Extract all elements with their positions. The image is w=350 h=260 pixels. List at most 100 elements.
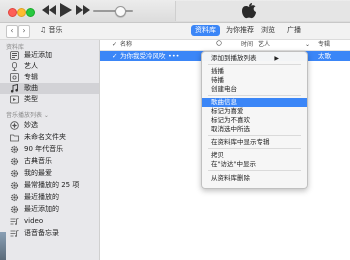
tab-library[interactable]: 资料库 <box>191 25 220 36</box>
tab-for-you[interactable]: 为你推荐 <box>226 25 254 36</box>
back-button[interactable]: ‹ <box>6 25 18 38</box>
sort-chevron-icon: ⌄ <box>305 41 311 48</box>
check-column-header[interactable]: ✓ <box>112 40 117 50</box>
folder-icon <box>10 133 19 142</box>
list-header: ✓ 名称 时间 艺人 ⌄ 专辑 <box>100 40 350 51</box>
forward-button[interactable]: › <box>18 25 30 38</box>
time-column-header[interactable]: 时间 <box>241 40 253 50</box>
close-window-button[interactable] <box>8 8 17 17</box>
sidebar: 资料库 最近添加 艺人 专辑 歌曲 类型 音乐播放列表 ⌄ 妙选 未命名文件夹 … <box>0 40 100 260</box>
sidebar-item-albums[interactable]: 专辑 <box>0 72 99 83</box>
sidebar-item-label: 90 年代音乐 <box>24 145 64 153</box>
sidebar-item-label: 我的最爱 <box>24 169 52 177</box>
menu-item-label: 歌曲信息 <box>211 98 237 106</box>
sidebar-item-top-25[interactable]: 最常播放的 25 项 <box>0 180 99 191</box>
apple-logo-icon <box>240 2 258 20</box>
menu-separator <box>208 64 301 65</box>
sidebar-item-label: 妙选 <box>24 121 38 129</box>
menu-item-label: 在"访达"中显示 <box>211 160 256 168</box>
sidebar-item-label: 专辑 <box>24 73 38 81</box>
menu-item-show-album[interactable]: 在资料库中显示专辑 <box>202 138 307 147</box>
menu-item-add-to-playlist[interactable]: 添加到播放列表 ▶ <box>202 54 307 63</box>
sidebar-item-recently-added-playlist[interactable]: 最近添加的 <box>0 204 99 215</box>
menu-separator <box>208 170 301 171</box>
gear-icon <box>10 181 19 190</box>
sidebar-item-label: 最近添加的 <box>24 205 59 213</box>
playlists-section-title[interactable]: 音乐播放列表 ⌄ <box>6 110 49 119</box>
menu-item-dislike[interactable]: 标记为不喜欢 <box>202 116 307 125</box>
sidebar-item-classical[interactable]: 古典音乐 <box>0 156 99 167</box>
album-column-header[interactable]: 专辑 <box>318 40 330 50</box>
artist-column-header[interactable]: 艺人 <box>258 40 270 50</box>
row-album: 太歌 <box>318 52 331 60</box>
tab-radio[interactable]: 广播 <box>287 25 301 36</box>
menu-separator <box>208 95 301 96</box>
menu-item-song-info[interactable]: 歌曲信息 <box>202 98 307 107</box>
play-icon[interactable] <box>60 3 72 20</box>
media-picker[interactable]: ♫ 音乐 <box>40 25 63 36</box>
sidebar-item-label: 最近播放的 <box>24 193 59 201</box>
fast-forward-icon[interactable] <box>76 4 90 18</box>
heart-column-icon <box>216 40 222 50</box>
menu-item-play-later[interactable]: 待播 <box>202 76 307 85</box>
toolbar <box>0 0 350 23</box>
microphone-icon <box>10 62 19 71</box>
zoom-window-button[interactable] <box>26 8 35 17</box>
sidebar-item-recently-added[interactable]: 最近添加 <box>0 50 99 61</box>
sidebar-item-label: 最常播放的 25 项 <box>24 181 80 189</box>
sidebar-item-voice-memos[interactable]: 语音备忘录 <box>0 228 99 239</box>
playlist-icon <box>10 217 19 226</box>
genius-icon <box>10 121 19 130</box>
nav-row: ‹ › ♫ 音乐 资料库 为你推荐 浏览 广播 <box>0 23 350 40</box>
sidebar-item-songs[interactable]: 歌曲 <box>0 83 99 94</box>
row-song-name: 为你我受冷风吹 <box>120 52 166 60</box>
row-more-button[interactable]: ••• <box>168 51 180 61</box>
row-check[interactable]: ✓ <box>112 51 117 61</box>
volume-slider-knob[interactable] <box>115 6 126 17</box>
menu-item-show-in-finder[interactable]: 在"访达"中显示 <box>202 160 307 169</box>
gear-icon <box>10 169 19 178</box>
sidebar-item-label: 艺人 <box>24 62 38 70</box>
menu-item-love[interactable]: 标记为喜爱 <box>202 107 307 116</box>
music-note-icon <box>10 83 19 93</box>
sidebar-item-90s[interactable]: 90 年代音乐 <box>0 144 99 155</box>
menu-item-label: 待播 <box>211 76 224 84</box>
sidebar-item-recently-played[interactable]: 最近播放的 <box>0 192 99 203</box>
name-column-header[interactable]: 名称 <box>120 40 132 50</box>
sidebar-item-artists[interactable]: 艺人 <box>0 61 99 72</box>
menu-item-label: 插播 <box>211 67 224 75</box>
menu-item-label: 标记为喜爱 <box>211 107 244 115</box>
sidebar-item-favorites[interactable]: 我的最爱 <box>0 168 99 179</box>
menu-item-label: 添加到播放列表 <box>211 54 257 62</box>
gear-icon <box>10 157 19 166</box>
menu-item-delete-from-library[interactable]: 从资料库删除 <box>202 174 307 183</box>
sidebar-item-genres[interactable]: 类型 <box>0 94 99 105</box>
menu-item-label: 拷贝 <box>211 151 224 159</box>
volume-slider-track[interactable] <box>93 10 133 12</box>
menu-item-label: 从资料库删除 <box>211 174 250 182</box>
sidebar-item-label: 古典音乐 <box>24 157 52 165</box>
menu-item-label: 创建电台 <box>211 85 237 93</box>
album-icon <box>10 73 19 82</box>
menu-separator <box>208 148 301 149</box>
menu-item-uncheck-selection[interactable]: 取消选中所选 <box>202 125 307 134</box>
clock-icon <box>10 51 19 60</box>
menu-item-label: 标记为不喜欢 <box>211 116 250 124</box>
gear-icon <box>10 145 19 154</box>
minimize-window-button[interactable] <box>17 8 26 17</box>
menu-item-label: 在资料库中显示专辑 <box>211 138 270 146</box>
sidebar-item-label: video <box>24 217 44 225</box>
sidebar-item-folder[interactable]: 未命名文件夹 <box>0 132 99 143</box>
sidebar-item-genius[interactable]: 妙选 <box>0 120 99 131</box>
playlist-icon <box>10 229 19 238</box>
menu-separator <box>208 135 301 136</box>
now-playing-display <box>175 1 350 21</box>
menu-item-play-next[interactable]: 插播 <box>202 67 307 76</box>
tab-browse[interactable]: 浏览 <box>261 25 275 36</box>
menu-item-create-station[interactable]: 创建电台 <box>202 85 307 94</box>
menu-item-copy[interactable]: 拷贝 <box>202 151 307 160</box>
sidebar-item-label: 未命名文件夹 <box>24 133 66 141</box>
sidebar-item-video[interactable]: video <box>0 216 99 227</box>
gear-icon <box>10 205 19 214</box>
rewind-icon[interactable] <box>42 4 56 18</box>
